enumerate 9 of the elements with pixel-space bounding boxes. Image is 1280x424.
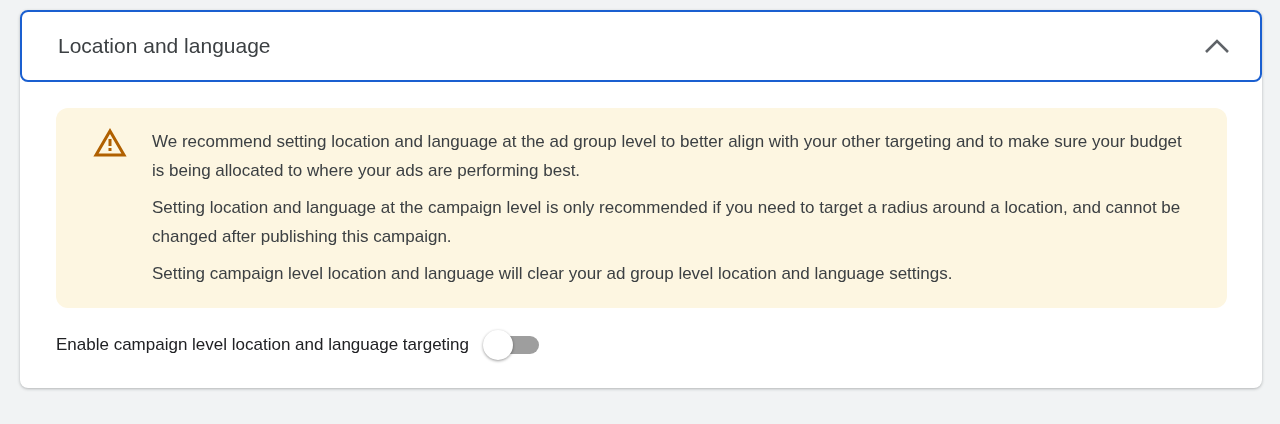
section-title: Location and language: [58, 33, 271, 60]
toggle-switch[interactable]: [483, 332, 540, 357]
toggle-label: Enable campaign level location and language targeting: [56, 334, 470, 356]
notice-paragraph: Setting location and language at the campaign level is only recommended if you need to target a radius around a location, and cannot be changed after publishing this campaign.: [152, 197, 1182, 248]
notice-paragraph: Setting campaign level location and language will clear your ad group level location and language settings.: [152, 263, 954, 285]
warning-icon: [93, 128, 127, 158]
notice-paragraph: We recommend setting location and language at the ad group level to better align with your other targeting and to make sure your budget is being allocated to where your ads are performing best.: [152, 131, 1183, 182]
section-header[interactable]: Location and language: [20, 10, 1262, 82]
chevron-icon: [1204, 38, 1230, 54]
